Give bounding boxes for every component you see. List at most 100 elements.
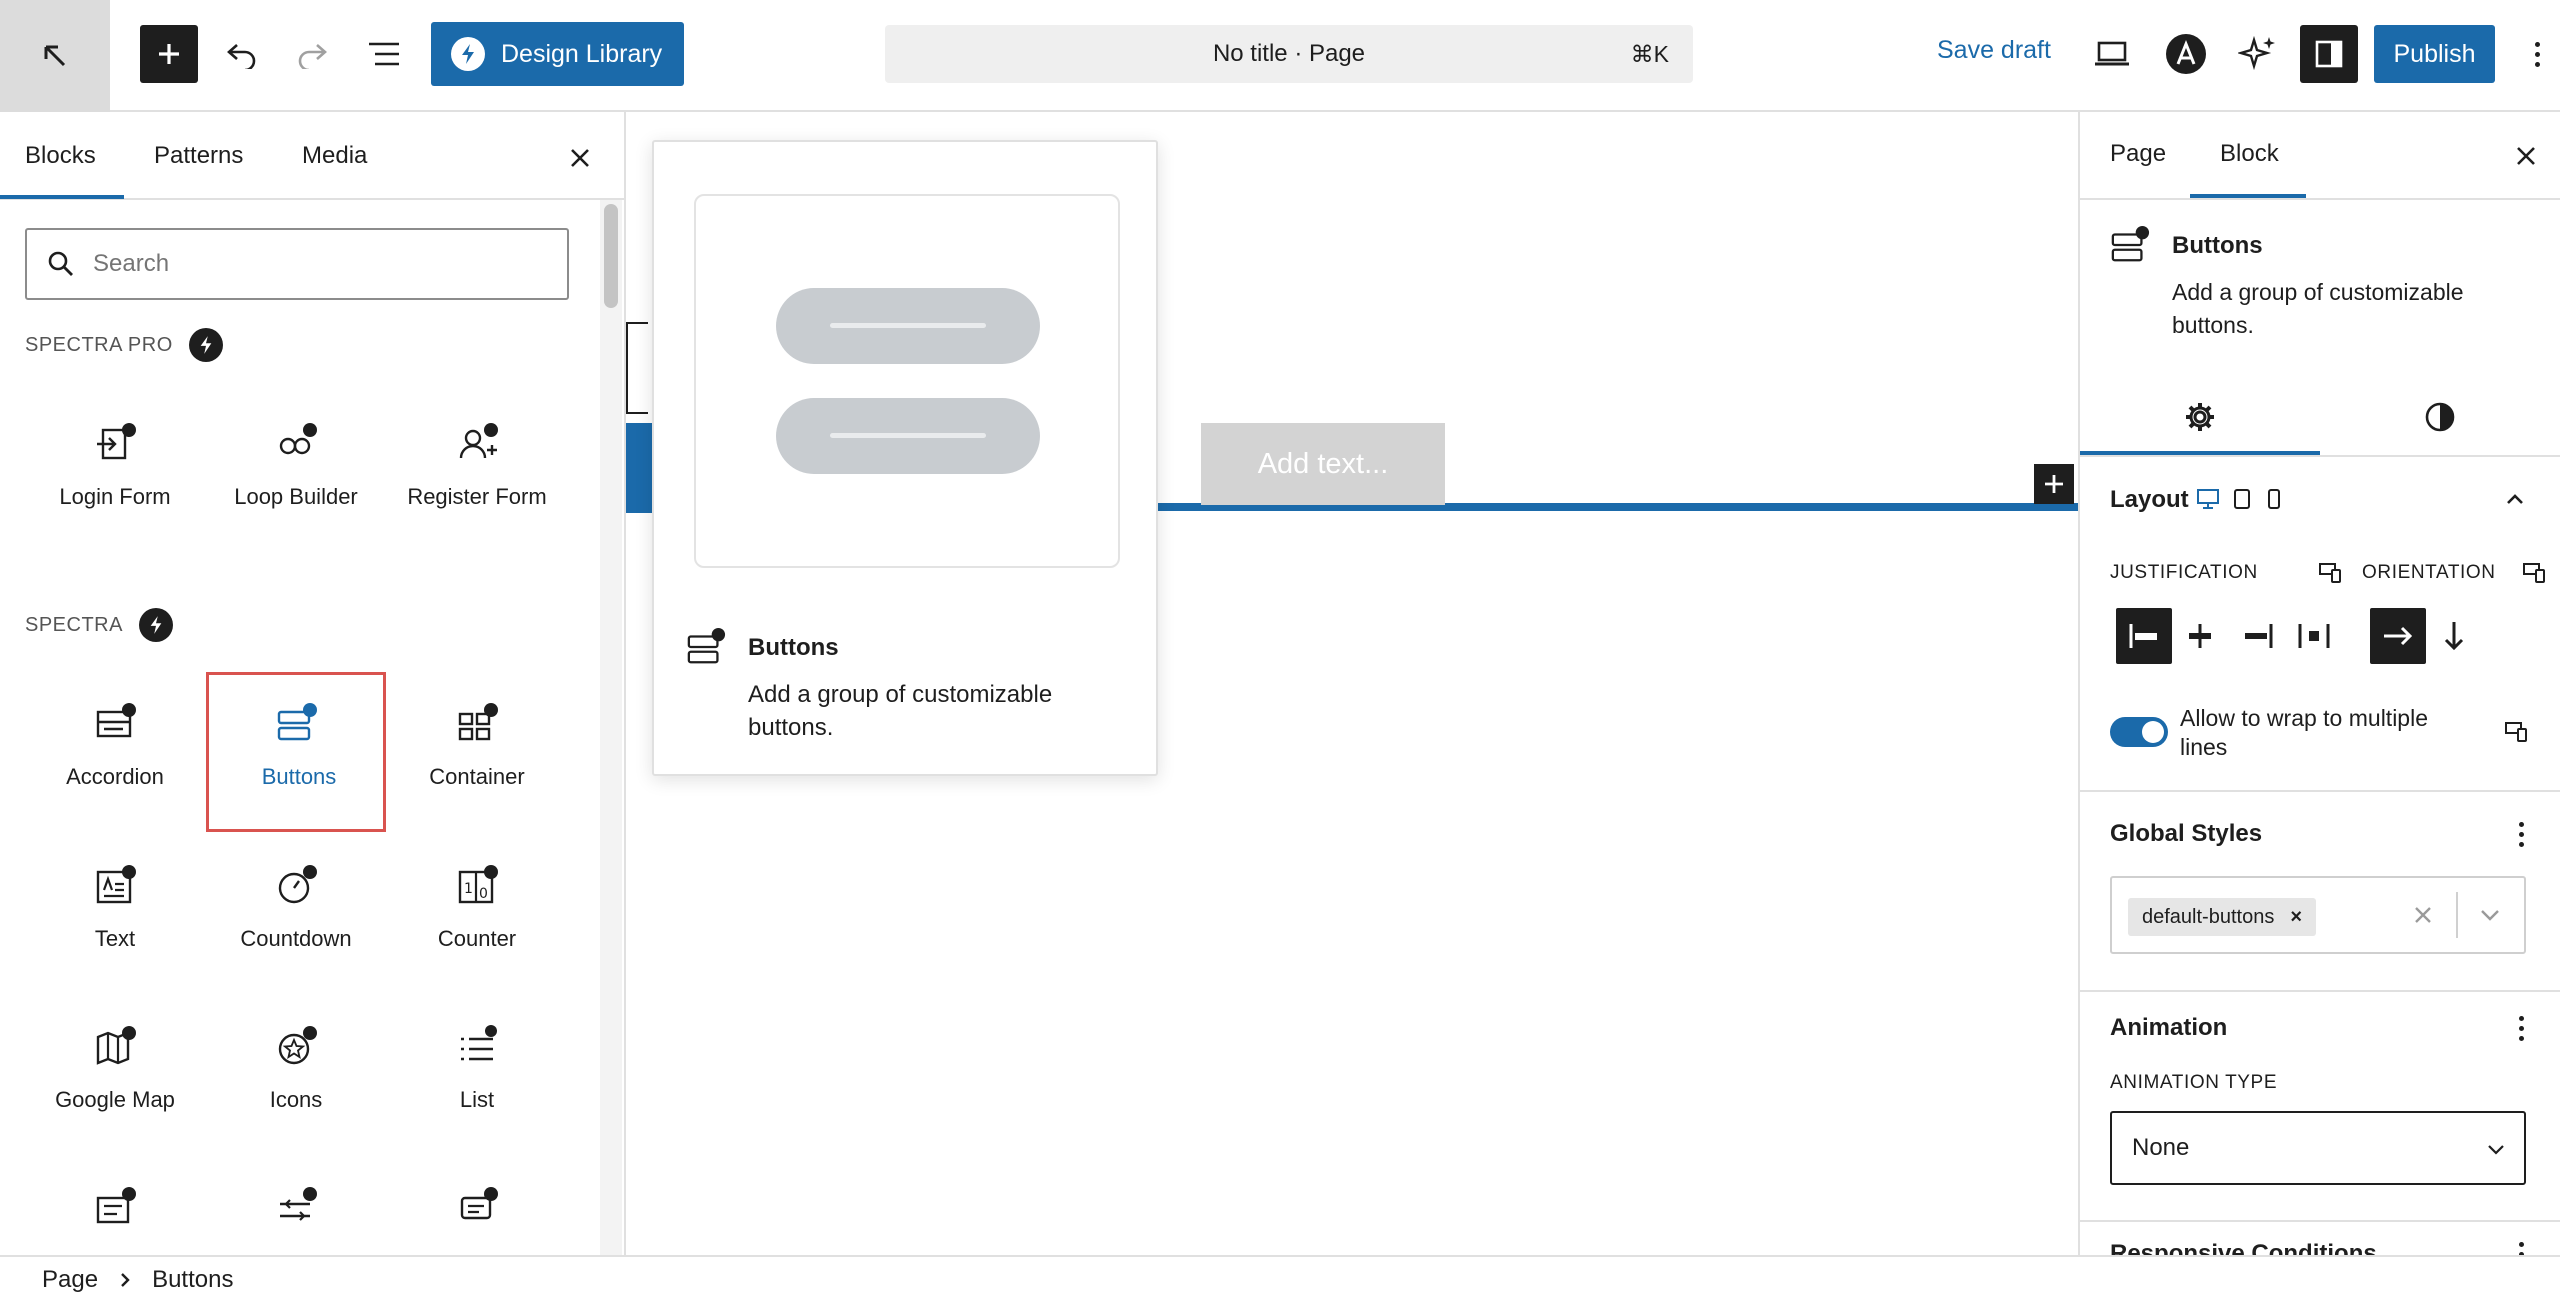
spectra-logo-icon	[451, 37, 485, 71]
command-palette-bar[interactable]: No title · Page ⌘K	[885, 25, 1693, 83]
close-sidebar-button[interactable]	[2506, 136, 2546, 176]
svg-text:0: 0	[479, 886, 488, 902]
block-container[interactable]: Container	[387, 672, 567, 832]
redo-button[interactable]	[288, 30, 336, 78]
desktop-icon[interactable]	[2196, 488, 2220, 510]
accordion-icon	[95, 702, 137, 744]
block-label: Loop Builder	[234, 484, 358, 509]
section-title: SPECTRA PRO	[25, 333, 173, 356]
block-label: Counter	[437, 926, 517, 951]
gear-icon	[2184, 401, 2216, 433]
block-list[interactable]: List	[387, 995, 567, 1155]
map-icon	[95, 1025, 137, 1067]
preview-title: Buttons	[748, 634, 839, 661]
block-countdown[interactable]: Countdown	[206, 834, 386, 994]
mobile-icon[interactable]	[2266, 488, 2282, 510]
options-menu-button[interactable]	[2520, 30, 2556, 78]
arrow-up-left-icon	[40, 41, 70, 71]
breadcrumb-item-buttons[interactable]: Buttons	[152, 1266, 233, 1294]
preview-description: Add a group of customizable buttons.	[748, 681, 1053, 741]
block-card-title: Buttons	[2172, 232, 2263, 259]
inserter-scrollbar-thumb[interactable]	[604, 204, 618, 308]
close-icon	[569, 147, 591, 169]
block-icon	[457, 1186, 499, 1228]
justify-space-between-button[interactable]	[2286, 608, 2342, 664]
inserter-scrollbar[interactable]	[600, 200, 622, 1255]
text-icon	[95, 864, 137, 906]
preview-button[interactable]	[2088, 30, 2136, 78]
list-view-icon	[367, 41, 401, 67]
block-label: Buttons	[261, 764, 337, 789]
justify-right-button[interactable]	[2230, 608, 2286, 664]
ai-assistant-button[interactable]	[2232, 28, 2284, 80]
block-login-form[interactable]: Login Form	[25, 392, 205, 552]
publish-button[interactable]: Publish	[2374, 25, 2495, 83]
tab-styles[interactable]	[2320, 382, 2560, 452]
tab-blocks[interactable]: Blocks	[25, 142, 96, 170]
block-partial-3[interactable]	[387, 1156, 567, 1255]
register-form-icon	[457, 422, 499, 464]
document-overview-button[interactable]	[360, 30, 408, 78]
tab-block[interactable]: Block	[2220, 140, 2279, 168]
login-form-icon	[95, 422, 137, 464]
chevron-down-icon[interactable]	[2478, 904, 2502, 926]
wrap-toggle[interactable]	[2110, 717, 2168, 747]
block-partial-1[interactable]	[25, 1156, 205, 1255]
breadcrumb-item-page[interactable]: Page	[42, 1266, 98, 1294]
block-search-input[interactable]: Search	[25, 228, 569, 300]
tab-page[interactable]: Page	[2110, 140, 2166, 168]
search-placeholder: Search	[93, 250, 170, 277]
responsive-conditions-options-button[interactable]	[2504, 1236, 2540, 1255]
justify-center-button[interactable]	[2172, 608, 2228, 664]
animation-type-select[interactable]: None	[2110, 1111, 2526, 1185]
responsive-device-icon[interactable]	[2318, 561, 2342, 583]
animation-options-button[interactable]	[2504, 1010, 2540, 1046]
responsive-device-icon[interactable]	[2504, 720, 2528, 742]
block-counter[interactable]: 10 Counter	[387, 834, 567, 994]
justify-left-button[interactable]	[2116, 608, 2172, 664]
settings-sidebar-toggle[interactable]	[2300, 25, 2358, 83]
orientation-vertical-button[interactable]	[2426, 608, 2482, 664]
block-card-description: Add a group of customizable buttons.	[2172, 279, 2464, 338]
justify-left-icon	[2127, 622, 2161, 650]
tab-media[interactable]: Media	[302, 142, 367, 170]
button-text-placeholder[interactable]: Add text...	[1201, 423, 1445, 505]
block-label: Container	[429, 764, 525, 789]
block-partial-2[interactable]	[206, 1156, 386, 1255]
orientation-horizontal-button[interactable]	[2370, 608, 2426, 664]
tablet-icon[interactable]	[2232, 488, 2252, 510]
block-text[interactable]: Text	[25, 834, 205, 994]
block-inserter-toggle[interactable]	[140, 25, 198, 83]
block-preview-popover: Buttons Add a group of customizable butt…	[652, 140, 1158, 776]
block-google-map[interactable]: Google Map	[25, 995, 205, 1155]
astra-button[interactable]	[2160, 28, 2212, 80]
site-back-button[interactable]	[0, 0, 110, 112]
block-loop-builder[interactable]: Loop Builder	[206, 392, 386, 552]
responsive-device-icon[interactable]	[2522, 561, 2546, 583]
tab-settings[interactable]	[2080, 382, 2320, 452]
save-draft-button[interactable]: Save draft	[1937, 36, 2051, 65]
undo-button[interactable]	[218, 30, 266, 78]
close-inserter-button[interactable]	[562, 140, 598, 176]
counter-icon: 10	[457, 864, 499, 906]
block-label: Accordion	[66, 764, 164, 789]
block-accordion[interactable]: Accordion	[25, 672, 205, 832]
block-buttons[interactable]: Buttons	[206, 672, 386, 832]
tab-patterns[interactable]: Patterns	[154, 142, 243, 170]
remove-chip-icon[interactable]: ×	[2290, 906, 2302, 929]
top-toolbar: Design Library No title · Page ⌘K Save d…	[0, 0, 2560, 112]
global-styles-options-button[interactable]	[2504, 816, 2540, 852]
global-styles-select[interactable]: default-buttons ×	[2110, 876, 2526, 954]
astra-logo-icon	[2165, 33, 2207, 75]
justify-center-icon	[2183, 622, 2217, 650]
chevron-up-icon[interactable]	[2504, 488, 2526, 510]
search-icon	[47, 250, 75, 278]
clear-icon[interactable]	[2412, 904, 2434, 926]
block-label: Icons	[269, 1087, 323, 1112]
block-register-form[interactable]: Register Form	[387, 392, 567, 552]
sparkles-icon	[2238, 34, 2278, 74]
block-icons[interactable]: Icons	[206, 995, 386, 1155]
sidebar-icon	[2314, 39, 2344, 69]
design-library-button[interactable]: Design Library	[431, 22, 684, 86]
add-block-inline-button[interactable]	[2034, 464, 2074, 504]
